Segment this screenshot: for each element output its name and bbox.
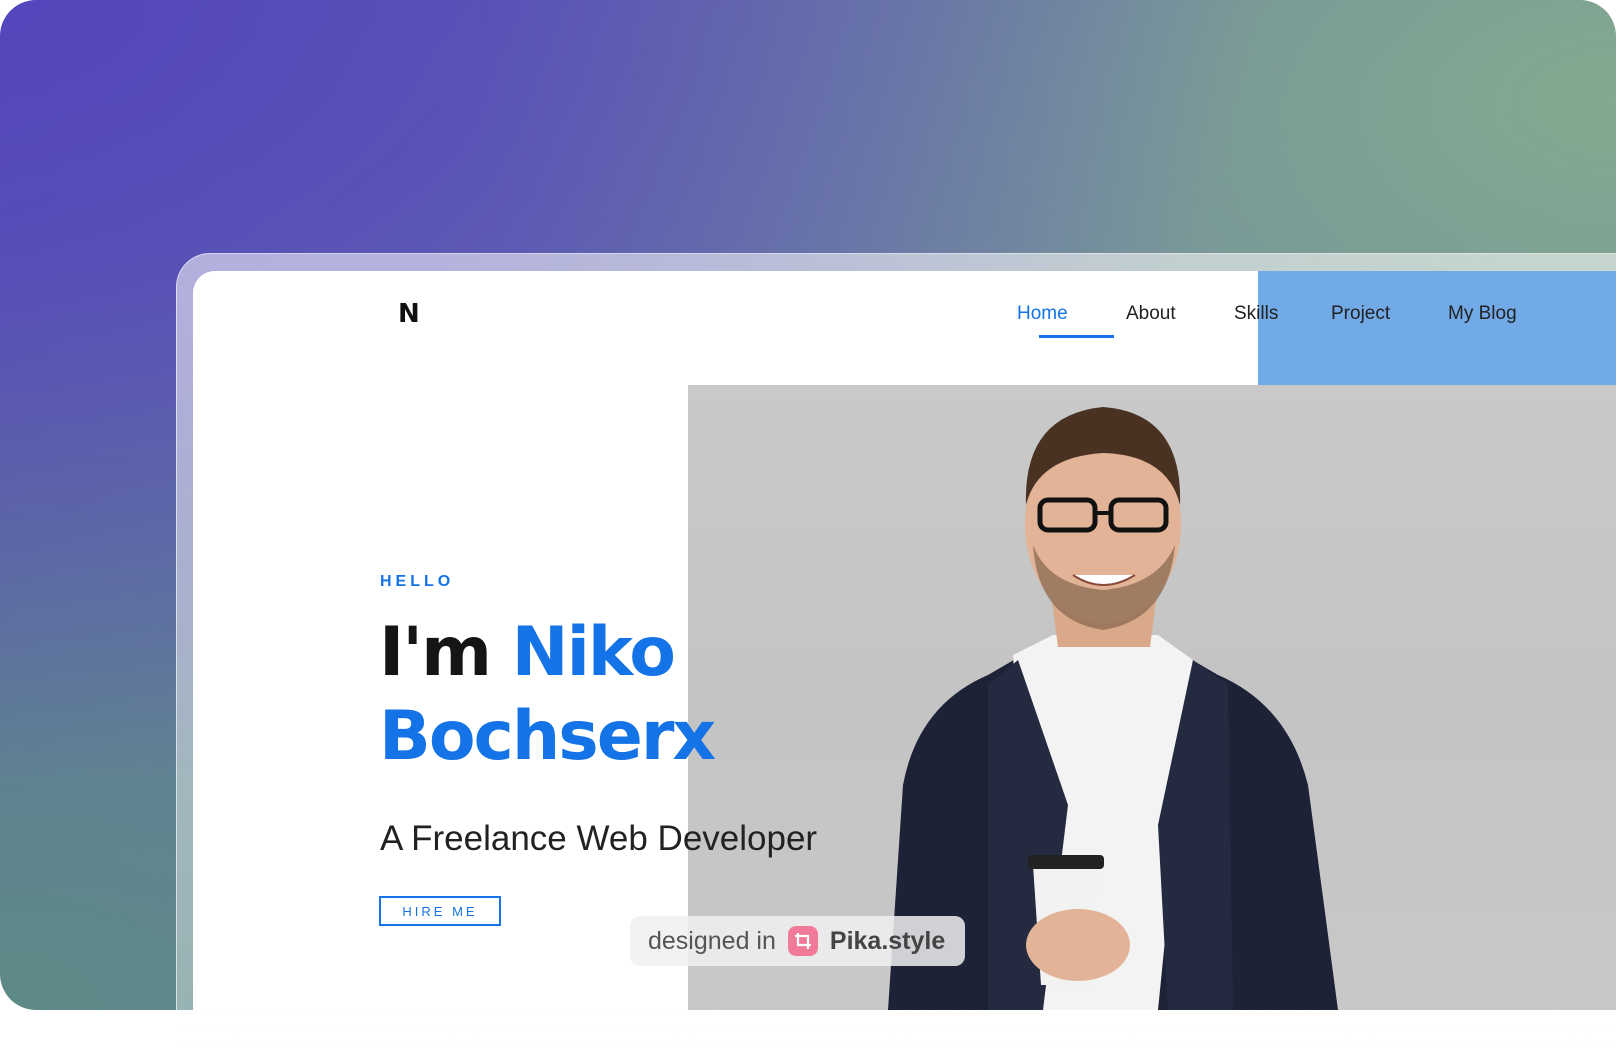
hero-subtitle: A Freelance Web Developer xyxy=(380,819,818,858)
hire-me-button[interactable]: HIRE ME xyxy=(379,896,501,926)
website-window: N Home About Skills Project My Blog HELL… xyxy=(193,271,1616,1010)
nav-item-about[interactable]: About xyxy=(1126,303,1176,325)
watermark-brand: Pika.style xyxy=(829,926,946,955)
nav-item-project[interactable]: Project xyxy=(1331,303,1390,325)
headline-last-name: Bochserx xyxy=(379,697,716,776)
hero-eyebrow: HELLO xyxy=(380,573,455,590)
headline-prefix: I'm xyxy=(379,613,492,692)
hero-headline: I'm Niko Bochserx xyxy=(379,611,716,779)
pika-watermark[interactable]: designed in Pika.style xyxy=(630,916,966,966)
site-logo[interactable]: N xyxy=(398,299,420,329)
nav-highlight-panel xyxy=(1258,271,1616,385)
nav-item-my-blog[interactable]: My Blog xyxy=(1448,303,1517,325)
headline-first-name: Niko xyxy=(511,613,676,692)
nav-item-skills[interactable]: Skills xyxy=(1234,303,1278,325)
crop-icon xyxy=(787,926,818,956)
watermark-prefix: designed in xyxy=(648,926,776,955)
nav-active-underline xyxy=(1039,335,1114,338)
nav-item-home[interactable]: Home xyxy=(1017,303,1068,325)
